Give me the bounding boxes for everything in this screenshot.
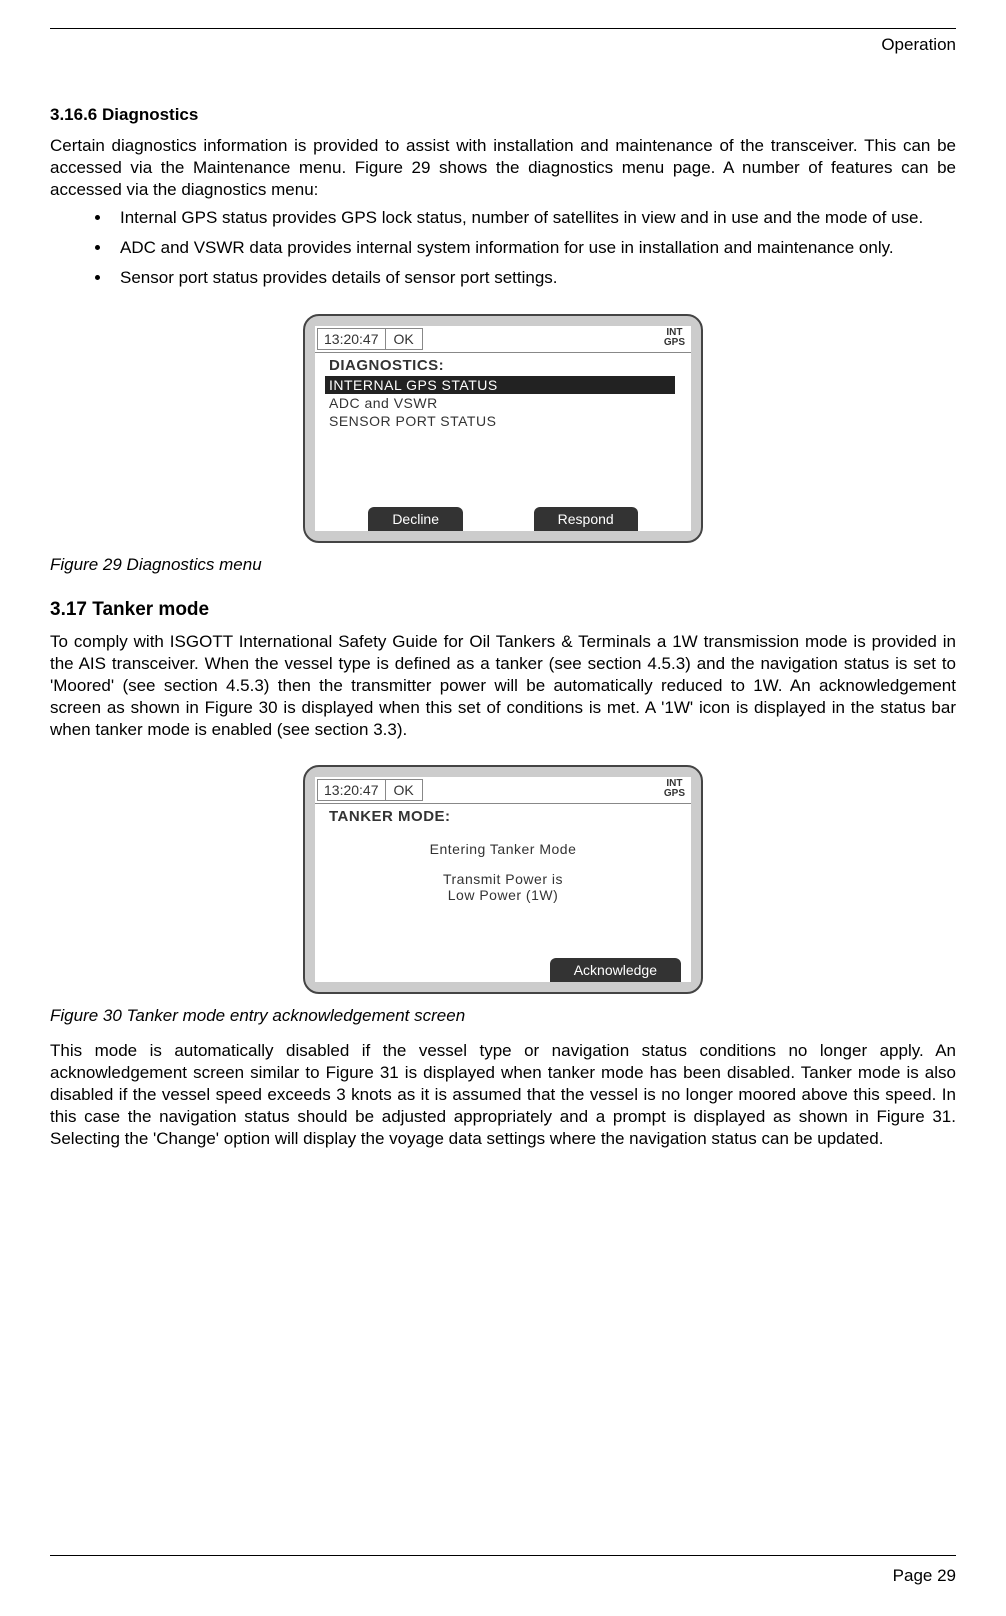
status-time: 13:20:47 [317, 779, 386, 801]
bullet-item: Internal GPS status provides GPS lock st… [112, 207, 956, 229]
status-ok: OK [386, 328, 423, 350]
status-gps: INT GPS [664, 777, 691, 803]
figure-30-screen: 13:20:47 OK INT GPS TANKER MODE: Enterin… [315, 777, 691, 982]
tanker-line3: Low Power (1W) [315, 887, 691, 903]
section-3-17-para1: To comply with ISGOTT International Safe… [50, 631, 956, 741]
section-3-16-6-title: 3.16.6 Diagnostics [50, 105, 956, 125]
menu-item-internal-gps[interactable]: INTERNAL GPS STATUS [325, 376, 675, 394]
status-time: 13:20:47 [317, 328, 386, 350]
status-bar: 13:20:47 OK INT GPS [315, 326, 691, 353]
status-ok: OK [386, 779, 423, 801]
acknowledge-button[interactable]: Acknowledge [550, 958, 681, 982]
page-number: Page 29 [893, 1566, 956, 1586]
section-3-16-6-para: Certain diagnostics information is provi… [50, 135, 956, 201]
tanker-line1: Entering Tanker Mode [315, 841, 691, 857]
figure-29-device: 13:20:47 OK INT GPS DIAGNOSTICS: INTERNA… [303, 314, 703, 543]
header-section: Operation [50, 35, 956, 55]
page: Operation 3.16.6 Diagnostics Certain dia… [0, 0, 1006, 1616]
bullet-item: ADC and VSWR data provides internal syst… [112, 237, 956, 259]
para-after-fig30: This mode is automatically disabled if t… [50, 1040, 956, 1150]
status-bar: 13:20:47 OK INT GPS [315, 777, 691, 804]
gps-line2: GPS [664, 338, 685, 348]
figure-29-screen: 13:20:47 OK INT GPS DIAGNOSTICS: INTERNA… [315, 326, 691, 531]
tanker-title: TANKER MODE: [315, 804, 691, 827]
menu-item-sensor-port[interactable]: SENSOR PORT STATUS [315, 412, 691, 430]
bullet-item: Sensor port status provides details of s… [112, 267, 956, 289]
bottom-buttons: Acknowledge [315, 958, 691, 982]
decline-button[interactable]: Decline [368, 507, 463, 531]
status-gps: INT GPS [664, 326, 691, 352]
figure-29-caption: Figure 29 Diagnostics menu [50, 555, 956, 575]
respond-button[interactable]: Respond [534, 507, 638, 531]
status-spacer [423, 326, 664, 352]
gps-line2: GPS [664, 789, 685, 799]
section-3-17-title: 3.17 Tanker mode [50, 599, 956, 621]
diagnostics-bullets: Internal GPS status provides GPS lock st… [50, 207, 956, 289]
header-rule [50, 28, 956, 29]
tanker-line2: Transmit Power is [315, 871, 691, 887]
footer-rule [50, 1555, 956, 1556]
menu-item-adc-vswr[interactable]: ADC and VSWR [315, 394, 691, 412]
diagnostics-title: DIAGNOSTICS: [315, 353, 691, 376]
bottom-buttons: Decline Respond [315, 507, 691, 531]
figure-30-device: 13:20:47 OK INT GPS TANKER MODE: Enterin… [303, 765, 703, 994]
status-spacer [423, 777, 664, 803]
figure-30-caption: Figure 30 Tanker mode entry acknowledgem… [50, 1006, 956, 1026]
